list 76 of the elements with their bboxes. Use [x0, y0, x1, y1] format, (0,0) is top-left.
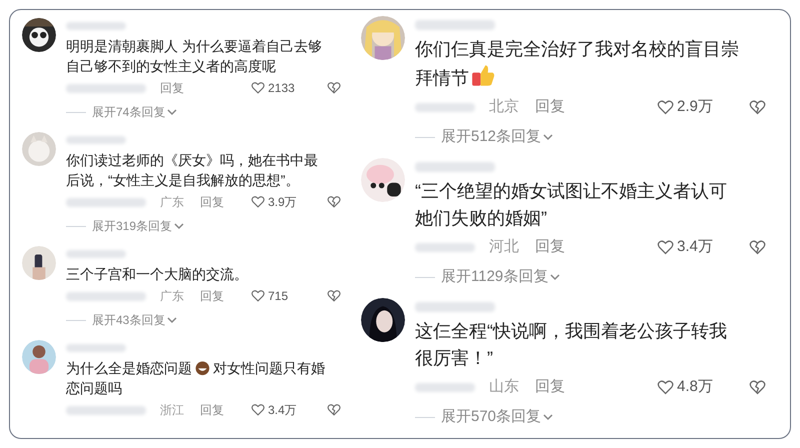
like-button[interactable]: 2.9万: [657, 96, 749, 118]
chevron-down-icon: [543, 412, 554, 422]
like-button[interactable]: 4.8万: [657, 376, 749, 398]
reply-button[interactable]: 回复: [200, 193, 224, 211]
reply-button[interactable]: 回复: [535, 96, 565, 118]
chevron-down-icon: [167, 107, 178, 117]
chevron-down-icon: [167, 315, 178, 325]
comment-text: 她们失败的婚姻”: [415, 208, 547, 228]
location-text: 广东: [160, 288, 184, 305]
dislike-button[interactable]: [749, 238, 766, 256]
broken-heart-icon: [327, 81, 341, 95]
blurred-date: [415, 102, 475, 112]
location-text: 浙江: [160, 402, 184, 419]
reply-button[interactable]: 回复: [200, 401, 224, 419]
location-text: 山东: [489, 376, 519, 397]
expand-replies-button[interactable]: 展开1129条回复: [441, 266, 560, 288]
heart-icon: [251, 81, 265, 95]
broken-heart-icon: [327, 195, 341, 209]
blurred-username: [66, 250, 126, 258]
location-text: 河北: [489, 236, 519, 257]
dislike-button[interactable]: [327, 81, 341, 95]
expand-replies-button[interactable]: 展开43条回复: [92, 311, 178, 329]
heart-icon: [251, 403, 265, 417]
comment-text: 这仨全程“快说啊，我围着老公孩子转我: [415, 321, 727, 341]
like-button[interactable]: 2133: [251, 79, 327, 97]
heart-icon: [657, 238, 674, 256]
comment-text: 很厉害！”: [415, 348, 493, 368]
dislike-button[interactable]: [749, 98, 766, 116]
chevron-down-icon: [174, 221, 184, 231]
reply-button[interactable]: 回复: [535, 236, 565, 258]
like-button[interactable]: 3.9万: [251, 193, 327, 211]
comment-text: 为什么全是婚恋问题: [66, 360, 192, 376]
comment-text: 自己够不到的女性主义者的高度呢: [66, 58, 276, 74]
comment-text: 三个子宫和一个大脑的交流。: [66, 266, 248, 282]
like-button[interactable]: 3.4万: [251, 401, 327, 419]
laughing-face-icon: [194, 359, 211, 376]
chevron-down-icon: [543, 132, 554, 142]
dislike-button[interactable]: [327, 289, 341, 303]
chevron-down-icon: [550, 272, 560, 282]
location-text: 北京: [489, 96, 519, 117]
comment-text: 明明是清朝裹脚人 为什么要逼着自己去够: [66, 38, 322, 54]
heart-icon: [251, 195, 265, 209]
comment-text: 对女性问题只有婚: [213, 360, 325, 376]
comment-text: 你们仨真是完全治好了我对名校的盲目崇: [415, 39, 739, 59]
comment-text: “三个绝望的婚女试图让不婚主义者认可: [415, 181, 727, 201]
blurred-username: [66, 22, 126, 30]
comment-text: 恋问题吗: [66, 380, 122, 396]
expand-replies-button[interactable]: 展开319条回复: [92, 217, 184, 235]
broken-heart-icon: [749, 378, 766, 396]
broken-heart-icon: [327, 403, 341, 417]
broken-heart-icon: [749, 238, 766, 256]
reply-button[interactable]: 回复: [160, 79, 184, 97]
broken-heart-icon: [749, 98, 766, 116]
blurred-date: [415, 242, 475, 252]
heart-icon: [657, 98, 674, 116]
heart-icon: [251, 289, 265, 303]
location-text: 广东: [160, 194, 184, 211]
blurred-username: [66, 136, 126, 144]
expand-replies-button[interactable]: 展开512条回复: [441, 126, 554, 148]
reply-button[interactable]: 回复: [535, 376, 565, 398]
blurred-date: [415, 382, 475, 392]
reply-button[interactable]: 回复: [200, 287, 224, 305]
dislike-button[interactable]: [327, 195, 341, 209]
expand-replies-button[interactable]: 展开570条回复: [441, 406, 554, 428]
like-button[interactable]: 715: [251, 287, 327, 305]
expand-replies-button[interactable]: 展开74条回复: [92, 103, 178, 121]
comment-text: 你们读过老师的《厌女》吗，她在书中最: [66, 152, 318, 168]
heart-icon: [657, 378, 674, 396]
broken-heart-icon: [327, 289, 341, 303]
dislike-button[interactable]: [327, 403, 341, 417]
blurred-username: [66, 344, 126, 352]
like-button[interactable]: 3.4万: [657, 236, 749, 258]
comment-text: 拜情节: [415, 68, 469, 88]
dislike-button[interactable]: [749, 378, 766, 396]
thumbs-up-icon: [471, 63, 495, 87]
comment-text: 后说，“女性主义是自我解放的思想”。: [66, 172, 300, 188]
